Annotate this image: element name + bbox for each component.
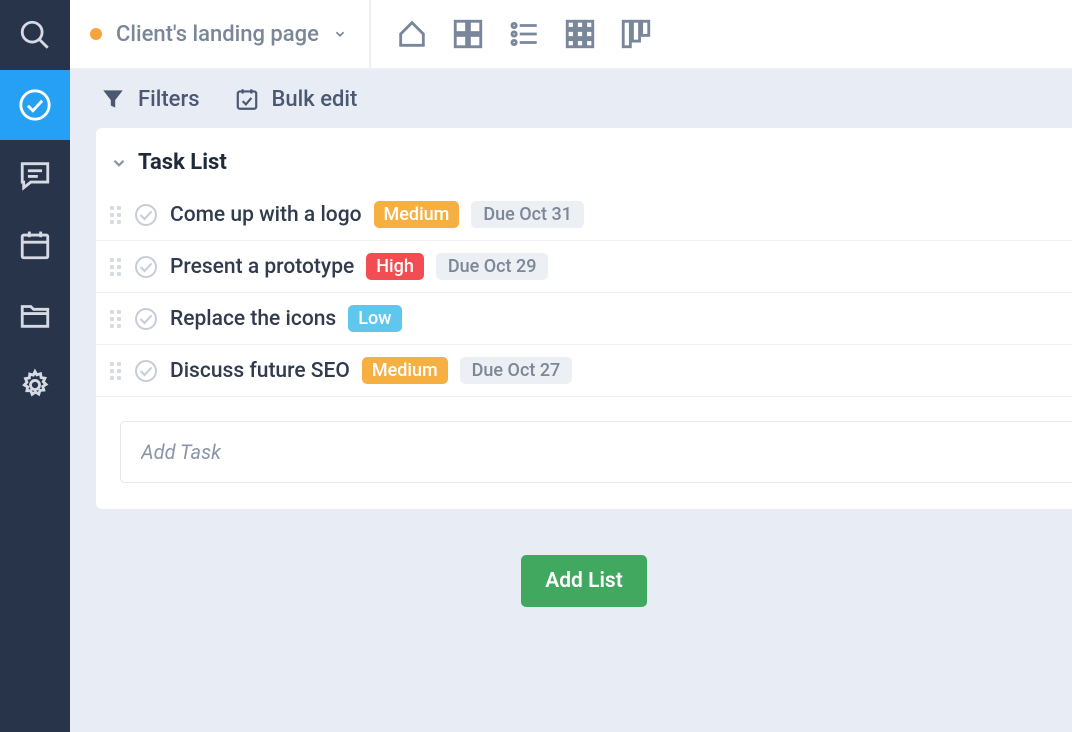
task-title: Present a prototype — [170, 255, 354, 279]
drag-handle-icon[interactable] — [110, 362, 122, 380]
check-circle-icon — [18, 88, 52, 122]
sidebar-item-calendar[interactable] — [0, 210, 70, 280]
view-columns[interactable] — [617, 15, 655, 53]
task-row[interactable]: Replace the icons Low — [96, 293, 1072, 345]
grid-3x3-icon — [563, 17, 597, 51]
task-complete-toggle[interactable] — [134, 307, 158, 331]
task-title: Replace the icons — [170, 307, 336, 331]
add-list-wrap: Add List — [96, 555, 1072, 607]
list-title: Task List — [138, 150, 227, 175]
view-board[interactable] — [449, 15, 487, 53]
tasks-container: Come up with a logo Medium Due Oct 31 Prese… — [96, 189, 1072, 397]
sidebar-item-chat[interactable] — [0, 140, 70, 210]
columns-icon — [619, 17, 653, 51]
sidebar-item-search[interactable] — [0, 0, 70, 70]
task-complete-toggle[interactable] — [134, 203, 158, 227]
drag-handle-icon[interactable] — [110, 258, 122, 276]
filter-icon — [100, 86, 126, 112]
list-header[interactable]: Task List — [96, 150, 1072, 189]
calendar-icon — [18, 228, 52, 262]
chat-icon — [18, 158, 52, 192]
sidebar-item-files[interactable] — [0, 280, 70, 350]
sidebar-item-tasks[interactable] — [0, 70, 70, 140]
folder-icon — [18, 298, 52, 332]
drag-handle-icon[interactable] — [110, 206, 122, 224]
bulk-edit-label: Bulk edit — [272, 87, 358, 112]
priority-badge: Medium — [362, 357, 448, 384]
project-name: Client's landing page — [116, 22, 319, 47]
task-complete-toggle[interactable] — [134, 255, 158, 279]
sidebar — [0, 0, 70, 732]
task-row[interactable]: Come up with a logo Medium Due Oct 31 — [96, 189, 1072, 241]
view-home[interactable] — [393, 15, 431, 53]
topbar: Client's landing page — [70, 0, 1072, 70]
task-list-card: Task List Come up with a logo Medium Due O… — [96, 128, 1072, 509]
view-switcher — [393, 15, 655, 53]
task-complete-toggle[interactable] — [134, 359, 158, 383]
due-badge: Due Oct 29 — [436, 253, 549, 280]
list-icon — [507, 17, 541, 51]
task-title: Come up with a logo — [170, 203, 362, 227]
content-area: Task List Come up with a logo Medium Due O… — [70, 128, 1072, 732]
grid-2x2-icon — [451, 17, 485, 51]
task-title: Discuss future SEO — [170, 359, 350, 383]
topbar-divider — [369, 0, 371, 69]
task-row[interactable]: Present a prototype High Due Oct 29 — [96, 241, 1072, 293]
view-list[interactable] — [505, 15, 543, 53]
project-selector[interactable]: Client's landing page — [90, 22, 347, 47]
toolbar: Filters Bulk edit — [70, 70, 1072, 128]
add-task-input[interactable] — [120, 421, 1072, 483]
drag-handle-icon[interactable] — [110, 310, 122, 328]
due-badge: Due Oct 27 — [460, 357, 573, 384]
priority-badge: High — [366, 253, 424, 280]
main: Client's landing page — [70, 0, 1072, 732]
sidebar-item-settings[interactable] — [0, 350, 70, 420]
filters-label: Filters — [138, 87, 200, 112]
priority-badge: Medium — [374, 201, 460, 228]
add-task-row — [120, 421, 1072, 483]
project-status-dot — [90, 28, 102, 40]
chevron-down-icon — [110, 154, 128, 172]
view-grid[interactable] — [561, 15, 599, 53]
priority-badge: Low — [348, 305, 401, 332]
gear-icon — [18, 368, 52, 402]
add-list-button[interactable]: Add List — [521, 555, 647, 607]
filters-button[interactable]: Filters — [100, 86, 200, 112]
search-icon — [18, 18, 52, 52]
due-badge: Due Oct 31 — [471, 201, 584, 228]
home-icon — [395, 17, 429, 51]
task-row[interactable]: Discuss future SEO Medium Due Oct 27 — [96, 345, 1072, 397]
chevron-down-icon — [333, 27, 347, 41]
calendar-check-icon — [234, 86, 260, 112]
bulk-edit-button[interactable]: Bulk edit — [234, 86, 358, 112]
